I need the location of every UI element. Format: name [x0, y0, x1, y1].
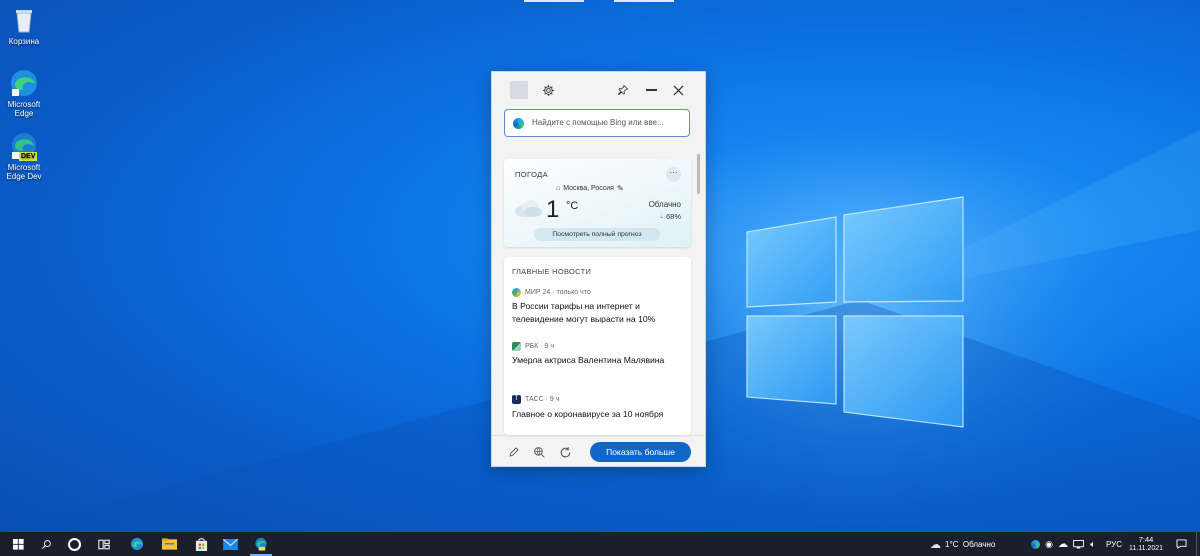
weather-title: ПОГОДА	[515, 170, 549, 179]
edge-dev-icon: DEV	[9, 131, 39, 161]
edit-icon[interactable]	[506, 444, 522, 460]
tass-logo-icon: T	[512, 395, 521, 404]
gear-icon[interactable]	[539, 81, 557, 99]
mail-icon[interactable]	[219, 532, 241, 556]
pin-icon[interactable]	[614, 81, 632, 99]
panel-header	[492, 72, 705, 108]
edge-icon[interactable]	[1028, 532, 1042, 556]
droplet-icon: 💧︎	[660, 212, 663, 220]
news-headline[interactable]: Умерла актриса Валентина Малявина	[512, 354, 682, 367]
news-source: T ТАСС · 9 ч	[512, 395, 559, 404]
top-news-card: ГЛАВНЫЕ НОВОСТИ МИР 24 · только что В Ро…	[504, 257, 691, 435]
taskbar: ☁ 1°C Облачно ◉ ☁ 🔈︎ РУС 7:44 11.11.2021	[0, 532, 1200, 556]
desktop-icon-recycle-bin[interactable]: Корзина	[0, 5, 48, 46]
store-icon[interactable]	[190, 532, 212, 556]
input-language[interactable]: РУС	[1103, 532, 1125, 556]
news-headline[interactable]: Главное о коронавирусе за 10 ноября	[512, 408, 682, 421]
show-more-button[interactable]: Показать больше	[590, 442, 691, 462]
full-forecast-link[interactable]: Посмотреть полный прогноз	[534, 228, 660, 241]
bing-search-input[interactable]: Найдите с помощью Bing или вве...	[504, 109, 690, 137]
interests-icon[interactable]	[531, 444, 547, 460]
scrollbar[interactable]	[697, 154, 700, 194]
edit-icon[interactable]: ✎	[617, 184, 624, 193]
news-source: МИР 24 · только что	[512, 288, 591, 297]
window-edge	[614, 0, 674, 2]
cortana-icon[interactable]	[64, 532, 84, 556]
weather-card[interactable]: ПОГОДА ··· ⌂ Москва, Россия ✎ 1 °C Облач…	[504, 159, 691, 247]
refresh-icon[interactable]	[557, 444, 573, 460]
cloud-icon	[515, 200, 542, 217]
desktop-icon-edge[interactable]: Microsoft Edge	[0, 68, 48, 118]
desktop-icon-label: Корзина	[8, 37, 40, 46]
temperature-value: 1	[546, 196, 560, 223]
minimize-icon[interactable]	[642, 81, 660, 99]
close-icon[interactable]	[669, 81, 687, 99]
search-placeholder: Найдите с помощью Bing или вве...	[532, 118, 664, 127]
rbc-logo-icon	[512, 342, 521, 351]
news-title: ГЛАВНЫЕ НОВОСТИ	[512, 267, 592, 276]
weather-location[interactable]: ⌂ Москва, Россия ✎	[556, 184, 624, 193]
location-icon[interactable]: ◉	[1042, 532, 1056, 556]
recycle-bin-icon	[9, 5, 39, 35]
panel-footer: Показать больше	[492, 435, 705, 467]
clock[interactable]: 7:44 11.11.2021	[1128, 532, 1164, 556]
window-edge	[524, 0, 584, 2]
task-view-icon[interactable]	[94, 532, 114, 556]
volume-icon[interactable]: 🔈︎	[1086, 532, 1100, 556]
cloud-icon: ☁	[930, 538, 941, 551]
start-icon[interactable]	[8, 532, 28, 556]
network-icon[interactable]	[1071, 532, 1085, 556]
news-headline[interactable]: В России тарифы на интернет и телевидени…	[512, 300, 682, 326]
news-source: РБК · 9 ч	[512, 342, 554, 351]
home-icon: ⌂	[556, 185, 561, 192]
weather-condition: Облачно	[648, 200, 681, 209]
file-explorer-icon[interactable]	[158, 532, 180, 556]
avatar[interactable]	[510, 81, 528, 99]
show-desktop-button[interactable]	[1196, 532, 1200, 556]
temperature-unit: °C	[566, 200, 579, 212]
dev-badge: DEV	[19, 152, 38, 161]
edge-dev-icon[interactable]	[250, 532, 272, 556]
desktop-icon-label: Microsoft Edge Dev	[6, 163, 42, 181]
taskbar-weather[interactable]: ☁ 1°C Облачно	[930, 532, 995, 556]
more-options-icon[interactable]: ···	[666, 167, 681, 182]
desktop-icon-label: Microsoft Edge	[7, 100, 41, 118]
onedrive-icon[interactable]: ☁	[1056, 532, 1070, 556]
desktop-icon-edge-dev[interactable]: DEV Microsoft Edge Dev	[0, 131, 48, 181]
edge-icon	[513, 118, 524, 129]
clock-time: 7:44	[1138, 535, 1154, 544]
edge-icon	[9, 68, 39, 98]
clock-date: 11.11.2021	[1129, 545, 1163, 552]
humidity: 💧︎ 68%	[660, 212, 681, 221]
notifications-icon[interactable]	[1172, 532, 1190, 556]
edge-icon[interactable]	[126, 532, 148, 556]
news-interests-panel: Найдите с помощью Bing или вве... ПОГОДА…	[491, 71, 706, 467]
mir24-logo-icon	[512, 288, 521, 297]
search-icon[interactable]	[36, 532, 56, 556]
